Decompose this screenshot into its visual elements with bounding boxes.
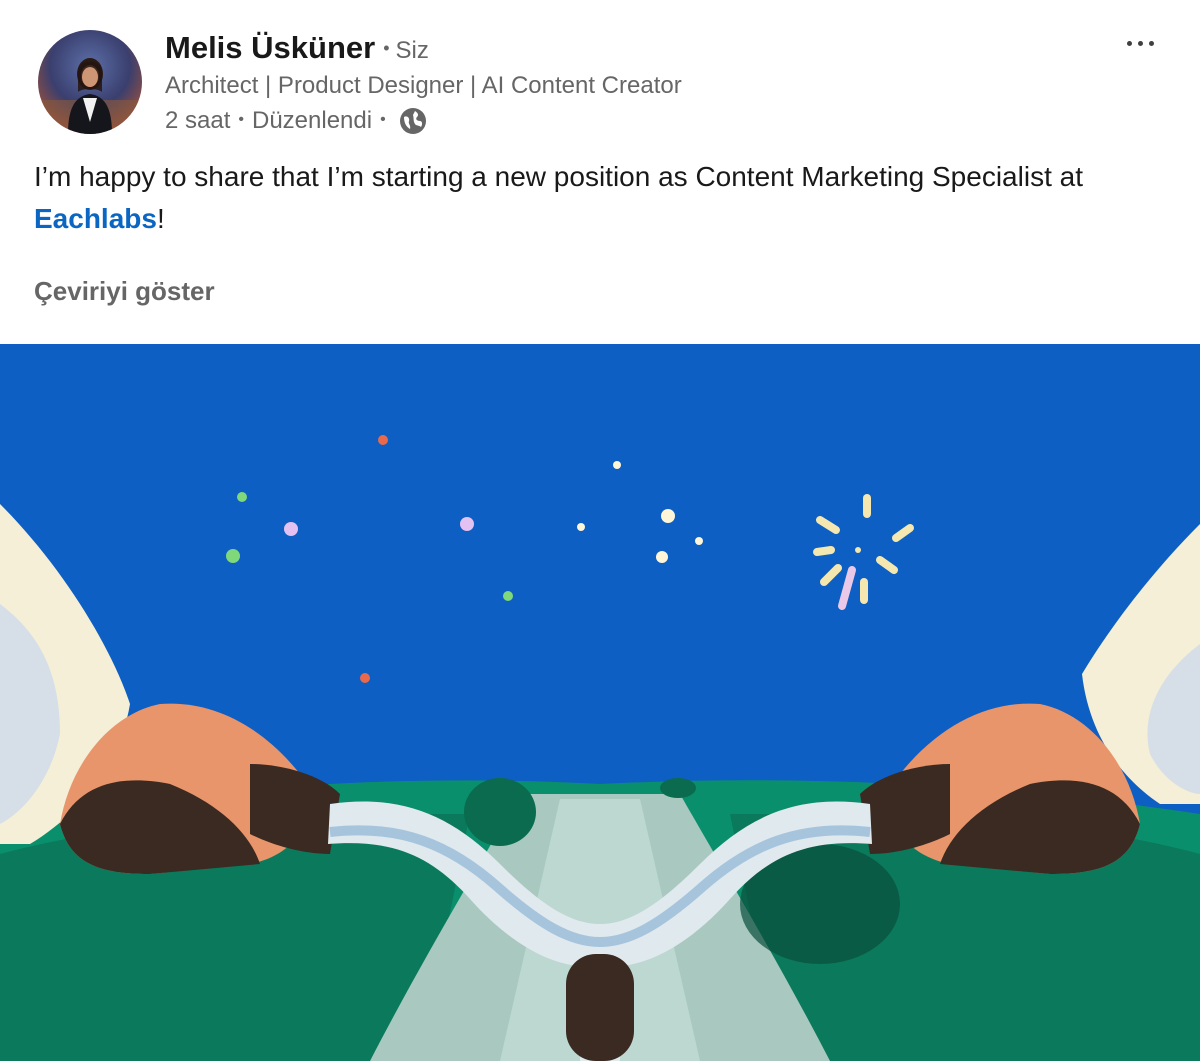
author-name-row: Melis Üsküner • Siz [165,30,429,70]
more-options-button[interactable] [1118,28,1162,58]
separator-dot: • [383,38,390,58]
post-text-main: I’m happy to share that I’m starting a n… [34,161,1083,192]
company-link[interactable]: Eachlabs [34,203,157,234]
post-time: 2 saat [165,107,231,134]
edited-label: Düzenlendi [252,107,373,134]
post-header: Melis Üsküner • Siz Architect | Product … [0,0,1200,140]
avatar[interactable] [38,30,142,134]
author-headline: Architect | Product Designer | AI Conten… [165,72,682,99]
post-body-text: I’m happy to share that I’m starting a n… [34,156,1154,240]
post-card: Melis Üsküner • Siz Architect | Product … [0,0,1200,1061]
relation-label: Siz [395,37,429,64]
more-options-icon [1126,40,1132,46]
separator-dot: • [238,111,244,128]
globe-icon[interactable] [398,106,428,136]
post-text-end: ! [156,203,165,234]
post-meta: 2 saat • Düzenlendi • [165,104,428,138]
show-translation-link[interactable]: Çeviriyi göster [34,276,215,307]
separator-dot: • [380,111,386,128]
author-name[interactable]: Melis Üsküner [165,30,375,66]
post-image[interactable] [0,344,1200,1061]
